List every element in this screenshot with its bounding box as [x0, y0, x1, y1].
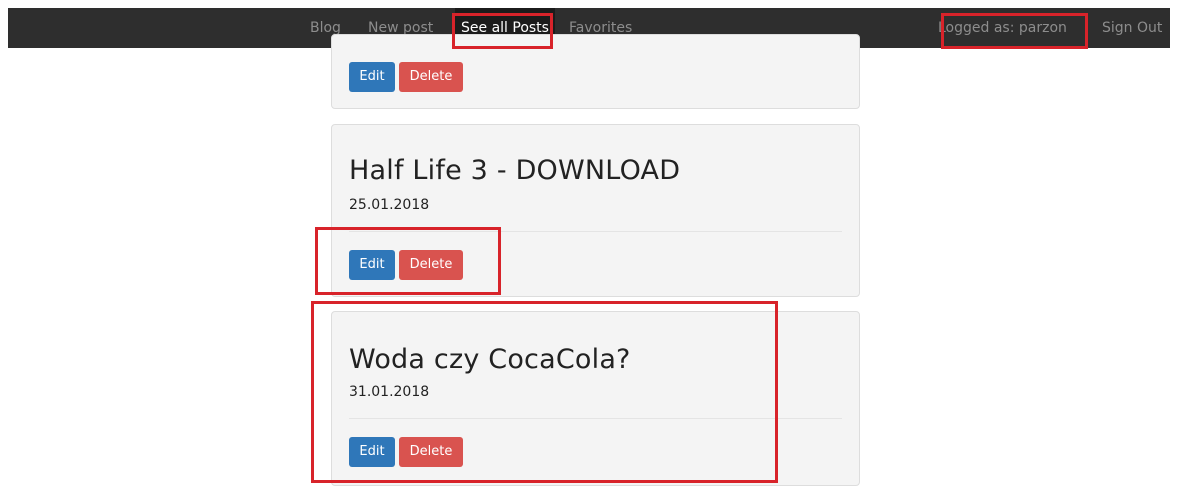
- delete-button[interactable]: Delete: [399, 250, 463, 280]
- post-divider: [349, 231, 842, 232]
- post-title: Woda czy CocaCola?: [349, 344, 631, 375]
- post-date: 25.01.2018: [349, 197, 430, 213]
- delete-button[interactable]: Delete: [399, 437, 463, 467]
- delete-button[interactable]: Delete: [399, 62, 463, 92]
- logged-as-label: Logged as: parzon: [938, 20, 1067, 36]
- sign-out-link[interactable]: Sign Out: [1102, 8, 1162, 48]
- edit-button[interactable]: Edit: [349, 437, 395, 467]
- post-title: Half Life 3 - DOWNLOAD: [349, 155, 681, 186]
- post-card: Half Life 3 - DOWNLOAD 25.01.2018 Edit D…: [331, 124, 860, 297]
- post-card: Woda czy CocaCola? 31.01.2018 Edit Delet…: [331, 311, 860, 486]
- edit-button[interactable]: Edit: [349, 250, 395, 280]
- post-divider: [349, 418, 842, 419]
- post-card: Edit Delete: [331, 34, 860, 109]
- post-date: 31.01.2018: [349, 384, 430, 400]
- edit-button[interactable]: Edit: [349, 62, 395, 92]
